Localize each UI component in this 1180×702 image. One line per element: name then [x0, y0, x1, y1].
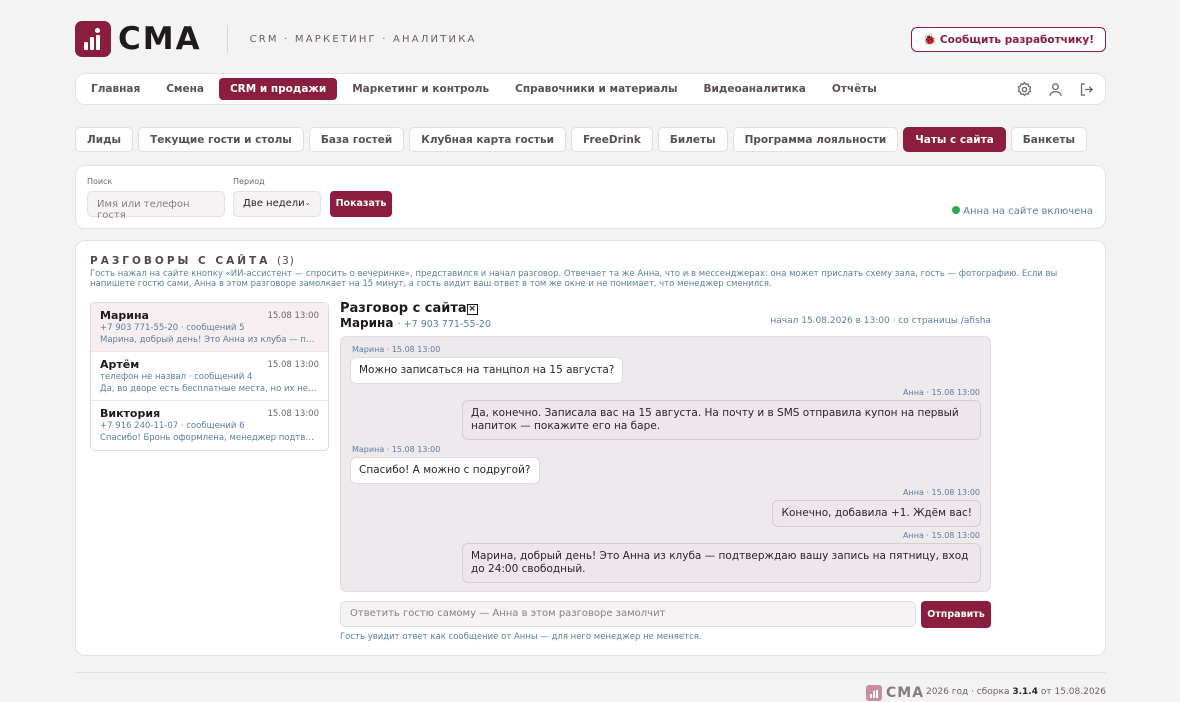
header-nav-analytics[interactable]: АНАЛИТИКА	[393, 34, 477, 45]
tab-home[interactable]: Главная	[80, 78, 151, 100]
message-thread: Марина · 15.08 13:00 Можно записаться на…	[340, 336, 991, 592]
header-nav: CRM · МАРКЕТИНГ · АНАЛИТИКА	[250, 34, 477, 45]
panel-title-text: РАЗГОВОРЫ С САЙТА	[90, 255, 271, 267]
subtab-site-chats[interactable]: Чаты с сайта	[903, 127, 1006, 152]
conversation-preview: Спасибо! Бронь оформлена, менеджер подтв…	[100, 433, 319, 443]
guest-name: Марина	[340, 316, 394, 330]
divider	[226, 25, 228, 53]
build-info: 2026 год · сборка 3.1.4 от 15.08.2026	[926, 687, 1106, 697]
conversation-preview: Марина, добрый день! Это Анна из клуба —…	[100, 335, 319, 345]
reply-hint: Гость увидит ответ как сообщение от Анны…	[340, 632, 702, 642]
separator: ·	[284, 33, 295, 45]
panel-title: РАЗГОВОРЫ С САЙТА (3)	[90, 255, 295, 267]
chat-title-text: Разговор с сайта	[340, 301, 467, 316]
chevron-down-icon: ⌄	[304, 198, 311, 207]
message-meta: Анна · 15.08 13:00	[903, 388, 980, 397]
online-dot-icon	[952, 206, 961, 214]
subtab-loyalty[interactable]: Программа лояльности	[732, 127, 899, 152]
chat-guest: Марина · +7 903 771-55-20	[340, 316, 491, 330]
search-input[interactable]: Имя или телефон гостя	[87, 191, 225, 221]
build-prefix: 2026 год · сборка	[926, 687, 1010, 697]
list-item[interactable]: Артём 15.08 13:00 телефон не назвал · со…	[91, 352, 328, 401]
header-nav-marketing[interactable]: МАРКЕТИНГ	[295, 34, 377, 45]
report-bug-button[interactable]: 🐞 Сообщить разработчику!	[911, 26, 1106, 52]
build-date: от 15.08.2026	[1040, 687, 1106, 697]
list-item[interactable]: Виктория 15.08 13:00 +7 916 240-11-07 · …	[91, 401, 328, 450]
subtab-freedrink[interactable]: FreeDrink	[570, 127, 653, 152]
message-outgoing: Марина, добрый день! Это Анна из клуба —…	[462, 543, 981, 583]
conversation-time: 15.08 13:00	[267, 409, 319, 419]
period-label: Период	[233, 177, 265, 186]
footer-logo: CMA	[866, 685, 924, 701]
header-nav-crm[interactable]: CRM	[250, 34, 279, 45]
subtab-banquets[interactable]: Банкеты	[1010, 127, 1087, 152]
settings-icon[interactable]	[1016, 81, 1033, 98]
assistant-status: Анна на сайте включена	[952, 206, 1093, 217]
reply-input[interactable]: Ответить гостю самому — Анна в этом разг…	[340, 601, 916, 627]
sub-tabs: Лиды Текущие гости и столы База гостей К…	[75, 127, 1106, 152]
tab-shift[interactable]: Смена	[155, 78, 215, 100]
logo-text: CMA	[118, 21, 202, 57]
filter-bar: Поиск Имя или телефон гостя Период Две н…	[75, 165, 1106, 229]
tab-crm-sales[interactable]: CRM и продажи	[218, 78, 338, 100]
chat-title: Разговор с сайта ×	[340, 301, 478, 316]
chats-panel: РАЗГОВОРЫ С САЙТА (3) Гость нажал на сай…	[75, 240, 1106, 656]
footer-logo-text: CMA	[886, 685, 925, 701]
user-icon[interactable]	[1047, 81, 1064, 98]
close-icon[interactable]: ×	[466, 304, 478, 315]
footer: CMA 2026 год · сборка 3.1.4 от 15.08.202…	[75, 672, 1106, 702]
send-button[interactable]: Отправить	[921, 601, 991, 628]
tab-reports[interactable]: Отчёты	[821, 78, 888, 100]
tab-marketing-control[interactable]: Маркетинг и контроль	[341, 78, 500, 100]
guest-phone: · +7 903 771-55-20	[397, 319, 492, 330]
conversation-time: 15.08 13:00	[267, 360, 319, 370]
period-value: Две недели	[243, 198, 305, 209]
conversation-list: Марина 15.08 13:00 +7 903 771-55-20 · со…	[90, 302, 329, 451]
conversation-preview: Да, во дворе есть бесплатные места, но и…	[100, 384, 319, 394]
message-meta: Анна · 15.08 13:00	[903, 531, 980, 540]
subtab-current-guests[interactable]: Текущие гости и столы	[138, 127, 304, 152]
message-incoming: Можно записаться на танцпол на 15 август…	[350, 357, 624, 384]
show-button[interactable]: Показать	[330, 191, 392, 217]
list-item[interactable]: Марина 15.08 13:00 +7 903 771-55-20 · со…	[91, 303, 328, 352]
message-outgoing: Конечно, добавила +1. Ждём вас!	[772, 500, 981, 527]
separator: ·	[382, 33, 394, 45]
main-nav: Главная Смена CRM и продажи Маркетинг и …	[75, 73, 1106, 105]
message-outgoing: Да, конечно. Записала вас на 15 августа.…	[462, 400, 981, 440]
panel-description: Гость нажал на сайте кнопку «ИИ-ассистен…	[90, 269, 1058, 289]
logo-mark-icon	[75, 21, 111, 57]
conversation-count: (3)	[276, 255, 295, 267]
conversation-meta: +7 916 240-11-07 · сообщений 6	[100, 421, 245, 431]
subtab-leads[interactable]: Лиды	[75, 127, 134, 152]
conversation-meta: +7 903 771-55-20 · сообщений 5	[100, 323, 245, 333]
footer-logo-mark-icon	[866, 685, 882, 701]
logo[interactable]: CMA	[75, 21, 202, 57]
subtab-club-card[interactable]: Клубная карта гостьи	[409, 127, 566, 152]
message-meta: Анна · 15.08 13:00	[903, 488, 980, 497]
message-meta: Марина · 15.08 13:00	[352, 445, 441, 454]
tab-video-analytics[interactable]: Видеоаналитика	[693, 78, 817, 100]
search-label: Поиск	[87, 177, 113, 186]
chat-started: начал 15.08.2026 в 13:00 · со страницы /…	[770, 316, 991, 326]
app-header: CMA CRM · МАРКЕТИНГ · АНАЛИТИКА 🐞 Сообщи…	[75, 20, 1106, 58]
message-incoming: Спасибо! А можно с подругой?	[350, 457, 540, 484]
message-meta: Марина · 15.08 13:00	[352, 345, 441, 354]
logout-icon[interactable]	[1078, 81, 1095, 98]
conversation-meta: телефон не назвал · сообщений 4	[100, 372, 253, 382]
status-text: Анна на сайте включена	[963, 206, 1093, 217]
subtab-tickets[interactable]: Билеты	[657, 127, 728, 152]
conversation-time: 15.08 13:00	[267, 311, 319, 321]
tab-references[interactable]: Справочники и материалы	[504, 78, 688, 100]
period-select[interactable]: Две недели ⌄	[233, 191, 321, 217]
build-version: 3.1.4	[1012, 687, 1038, 697]
subtab-guest-base[interactable]: База гостей	[308, 127, 405, 152]
